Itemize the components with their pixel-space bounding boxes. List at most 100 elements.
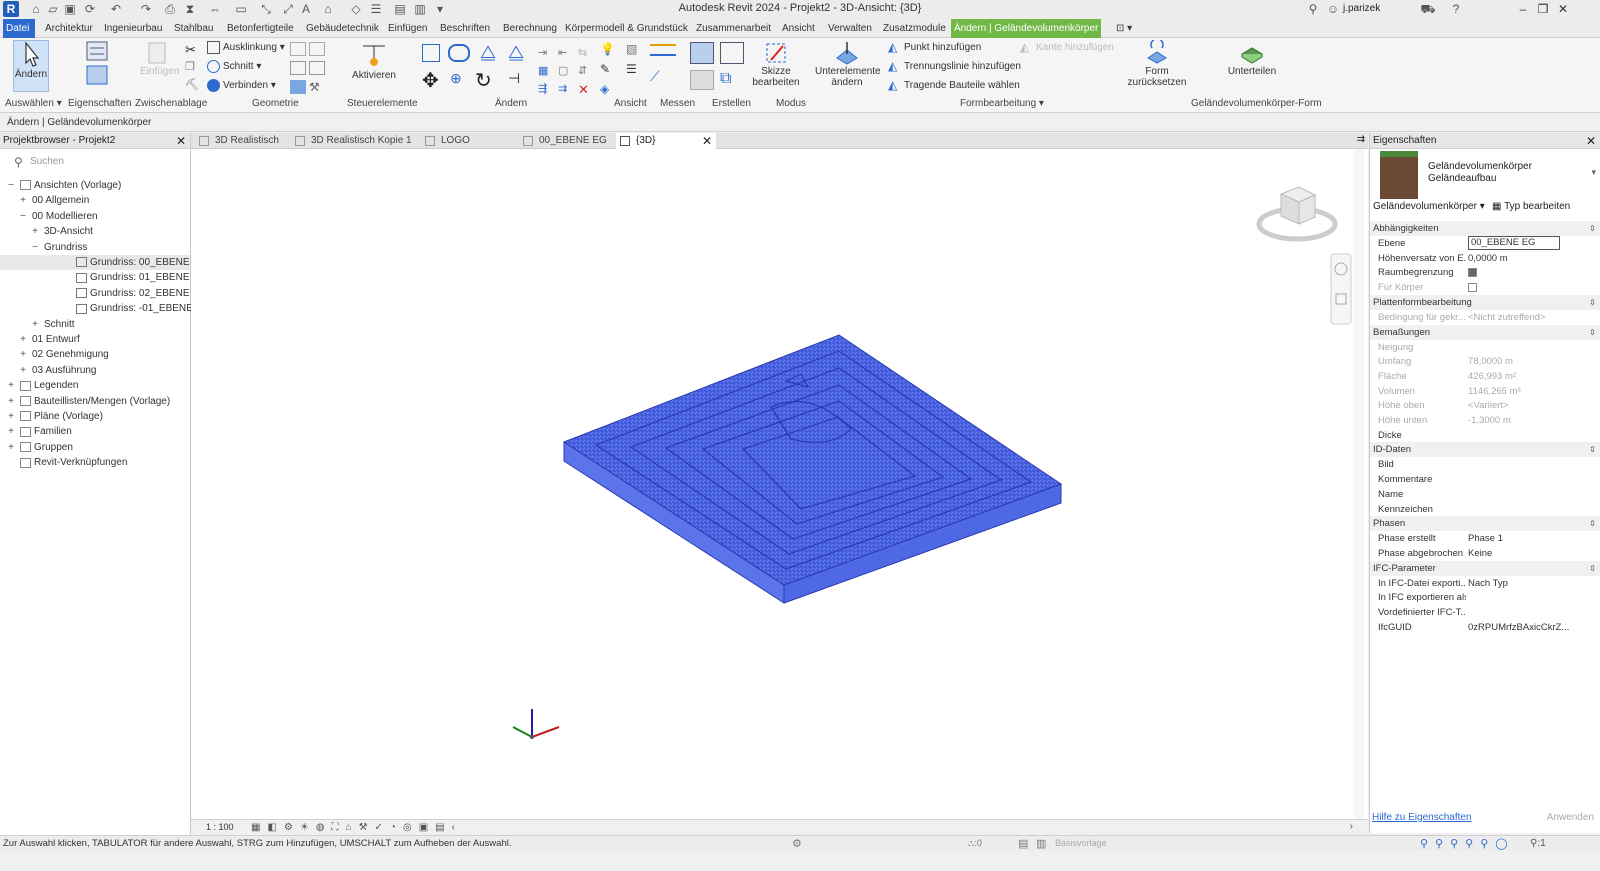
browser-tree-item[interactable]: + Bauteillisten/Mengen (Vorlage) [0, 394, 190, 409]
tab-ingenieurbau[interactable]: Ingenieurbau [101, 19, 165, 38]
copy-icon[interactable]: ❐ [185, 60, 201, 74]
browser-tree-item[interactable]: + Familien [0, 424, 190, 439]
expand-icon[interactable]: + [6, 378, 16, 393]
browser-tree-item[interactable]: Grundriss: 02_EBENE OG 2 [0, 286, 216, 301]
tab-einfuegen[interactable]: Einfügen [385, 19, 430, 38]
type-selector-dropdown-icon[interactable]: ▾ [1591, 167, 1596, 178]
tab-zusatzmodule[interactable]: Zusatzmodule [880, 19, 949, 38]
properties-help-link[interactable]: Hilfe zu Eigenschaften [1372, 812, 1472, 823]
collapse-icon[interactable]: − [30, 240, 40, 255]
close-icon[interactable]: ✕ [176, 133, 186, 149]
apply-button[interactable]: Anwenden [1547, 812, 1594, 823]
navigation-bar[interactable] [1330, 253, 1352, 325]
edit-sketch-button[interactable]: Skizze bearbeiten [752, 40, 800, 94]
expand-icon[interactable]: + [6, 409, 16, 424]
filter-view-icon[interactable]: ☰ [626, 62, 642, 76]
properties-button[interactable] [82, 40, 112, 92]
cut-geometry-button[interactable]: Schnitt ▾ [207, 59, 261, 75]
collapse-icon[interactable]: − [6, 178, 16, 193]
add-point-button[interactable]: ◭ Punkt hinzufügen [888, 40, 981, 56]
collapse-group-icon[interactable]: ⇳ [1589, 325, 1596, 340]
beam-join-icon[interactable] [290, 80, 306, 94]
property-value[interactable]: 0zRPUMrfzBAxicCkrZ... [1468, 620, 1598, 635]
tab-zusammenarbeit[interactable]: Zusammenarbeit [693, 19, 774, 38]
user-icon[interactable]: ☺ [1325, 1, 1341, 17]
array-icon[interactable]: ▦ [538, 64, 554, 78]
expand-icon[interactable]: + [18, 347, 28, 362]
expand-icon[interactable]: + [30, 317, 40, 332]
browser-tree-item[interactable]: − Ansichten (Vorlage) [0, 178, 190, 193]
instance-filter[interactable]: Geländevolumenkörper ▾ [1373, 201, 1485, 212]
property-value[interactable]: 00_EBENE EG [1468, 236, 1560, 250]
extend-icon[interactable]: ⇉ [558, 82, 574, 96]
cart-icon[interactable]: ⛟ [1420, 1, 1436, 17]
design-options-icon[interactable]: ▤ [1018, 837, 1028, 850]
close-icon[interactable]: ✕ [1586, 133, 1596, 149]
linework-icon[interactable]: ✎ [600, 62, 616, 76]
cope-button[interactable]: Ausklinkung ▾ [207, 40, 285, 56]
align-tool-icon[interactable] [422, 44, 440, 62]
expand-icon[interactable]: + [6, 424, 16, 439]
close-button[interactable]: ✕ [1555, 1, 1571, 17]
view-tab[interactable]: 3D Realistisch Kopie 1 [291, 133, 421, 149]
cut-icon[interactable]: ✂ [185, 42, 201, 57]
collapse-group-icon[interactable]: ⇳ [1589, 295, 1596, 310]
property-value[interactable]: Phase 1 [1468, 531, 1598, 546]
measure-tool-icon[interactable] [650, 44, 676, 56]
demolish-icon[interactable] [309, 61, 325, 75]
view-tab[interactable]: 3D Realistisch [195, 133, 293, 149]
browser-tree-item[interactable]: +01 Entwurf [0, 332, 190, 347]
browser-tree-item[interactable]: Grundriss: 01_EBENE OG 1 [0, 270, 216, 285]
tab-datei[interactable]: Datei [3, 19, 35, 38]
view-tab[interactable]: LOGO [421, 133, 516, 149]
collapse-group-icon[interactable]: ⇳ [1589, 442, 1596, 457]
trim-icon[interactable]: ⊣ [508, 70, 526, 88]
match-properties-icon[interactable]: ⛏ [185, 78, 201, 92]
browser-tree-item[interactable]: +3D-Ansicht [0, 224, 190, 239]
browser-tree-item[interactable]: + Gruppen [0, 440, 190, 455]
view-tab[interactable]: 00_EBENE EG [519, 133, 615, 149]
close-tab-icon[interactable]: ✕ [702, 133, 712, 149]
rotate-icon[interactable]: ↻ [475, 68, 497, 92]
browser-tree-item[interactable]: Revit-Verknüpfungen [0, 455, 190, 470]
selection-toggle-icons[interactable]: ⚲⚲⚲⚲⚲◯ [1420, 837, 1515, 850]
reset-shape-button[interactable]: Form zurücksetzen [1125, 40, 1189, 94]
override-icon[interactable]: ▧ [626, 42, 642, 56]
move-icon[interactable]: ✥ [422, 68, 444, 92]
edit-type-button[interactable]: ▦ Typ bearbeiten [1492, 201, 1570, 212]
browser-tree-item[interactable]: +02 Genehmigung [0, 347, 190, 362]
property-value[interactable]: Nach Typ [1468, 576, 1598, 591]
browser-tree-item[interactable]: −00 Modellieren [0, 209, 190, 224]
user-name[interactable]: j.parizek [1343, 3, 1380, 14]
property-group-header[interactable]: ID-Daten ⇳ [1370, 442, 1600, 458]
property-value[interactable]: 0,0000 m [1468, 251, 1598, 266]
subdivide-button[interactable]: Unterteilen [1222, 40, 1282, 94]
tab-gebaeudetechnik[interactable]: Gebäudetechnik [303, 19, 382, 38]
property-value[interactable] [1468, 265, 1598, 280]
restore-button[interactable]: ❐ [1535, 1, 1551, 17]
unpin-icon[interactable]: ⇵ [578, 64, 594, 78]
aligned-dimension-icon[interactable]: ⟋ [650, 68, 676, 84]
mirror-draw-icon[interactable]: ⧋ [508, 42, 530, 64]
model-icon[interactable]: ▥ [1036, 837, 1046, 850]
tab-berechnung[interactable]: Berechnung [500, 19, 560, 38]
join-button[interactable]: Verbinden ▾ [207, 78, 276, 94]
tab-architektur[interactable]: Architektur [42, 19, 96, 38]
tab-koerpermodell[interactable]: Körpermodell & Grundstück [562, 19, 691, 38]
property-group-header[interactable]: Phasen ⇳ [1370, 516, 1600, 532]
pin-icon[interactable]: ⇆ [578, 46, 594, 60]
activate-button[interactable]: Aktivieren [352, 40, 396, 92]
pick-supports-button[interactable]: ◭ Tragende Bauteile wählen [888, 78, 1020, 94]
create-assembly-icon[interactable] [690, 42, 714, 64]
copy-element-icon[interactable]: ⊕ [450, 70, 468, 88]
paste-button[interactable]: Einfügen [140, 40, 179, 92]
add-edge-button[interactable]: ◭ Kante hinzufügen [1020, 40, 1114, 56]
collapse-group-icon[interactable]: ⇳ [1589, 516, 1596, 531]
binoculars-icon[interactable]: ⚲ [1305, 1, 1321, 17]
wrench-icon[interactable]: ⚒ [309, 80, 325, 94]
create-parts-icon[interactable] [720, 42, 744, 64]
property-group-header[interactable]: IFC-Parameter ⇳ [1370, 560, 1600, 576]
view-control-icons[interactable]: ▦◧⚙☀◍⛶⌂⚒✓◔◎▣▤‹ [251, 822, 462, 833]
property-value[interactable]: Keine [1468, 546, 1598, 561]
modify-subelements-button[interactable]: Unterelemente ändern [815, 40, 881, 94]
